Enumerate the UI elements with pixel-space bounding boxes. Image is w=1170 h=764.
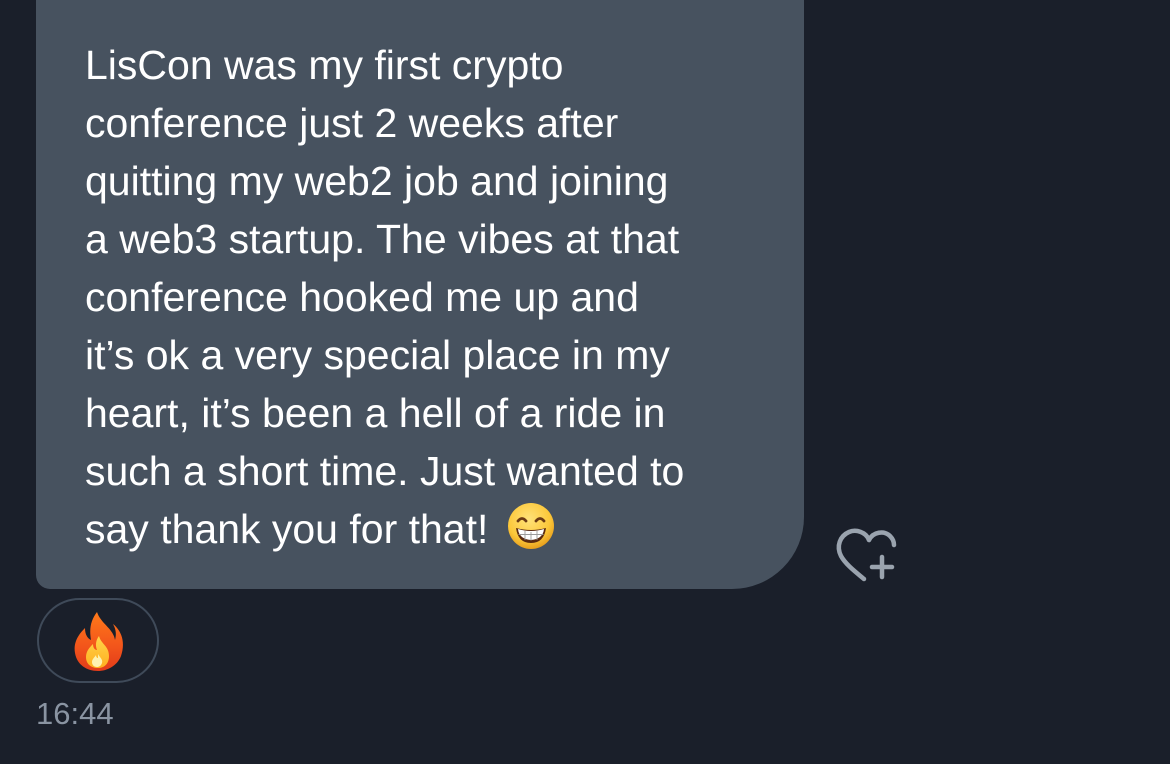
dm-conversation-view: LisCon was my first crypto conference ju… (0, 0, 1170, 764)
message-line: heart, it’s been a hell of a ride in (85, 390, 666, 436)
message-line-last: say thank you for that! (85, 500, 765, 558)
message-timestamp: 16:44 (36, 696, 114, 731)
message-line: LisCon was my first crypto (85, 42, 564, 88)
grinning-face-emoji-icon (506, 501, 556, 551)
message-line: conference hooked me up and (85, 274, 639, 320)
message-text: LisCon was my first crypto conference ju… (85, 36, 765, 558)
message-line: quitting my web2 job and joining (85, 158, 669, 204)
fire-emoji-icon (74, 611, 123, 671)
message-line: it’s ok a very special place in my (85, 332, 670, 378)
message-line-text: say thank you for that! (85, 506, 500, 552)
message-line: such a short time. Just wanted to (85, 448, 685, 494)
message-line: a web3 startup. The vibes at that (85, 216, 680, 262)
message-line: conference just 2 weeks after (85, 100, 619, 146)
reaction-fire-pill[interactable] (37, 598, 159, 683)
add-reaction-heart-plus-icon[interactable] (832, 527, 898, 583)
